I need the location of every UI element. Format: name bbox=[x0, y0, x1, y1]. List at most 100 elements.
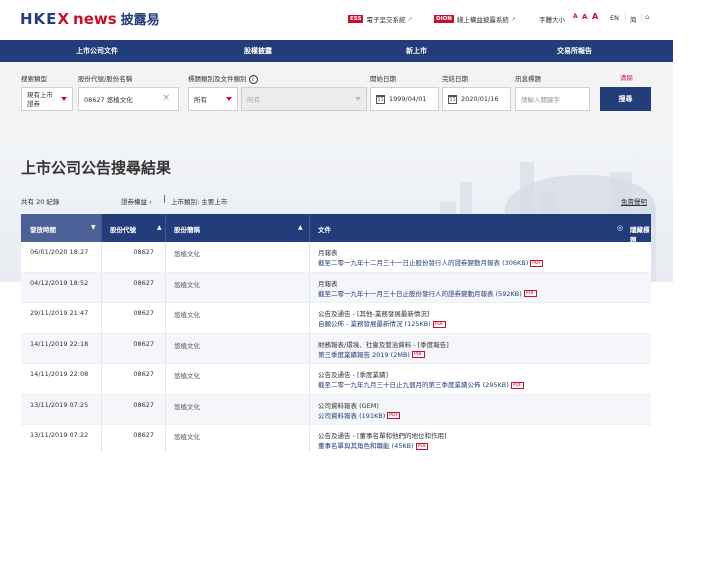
external-link-icon: ↗ bbox=[407, 15, 413, 23]
document-type: 公告及通告 - [其他-業務發展最新情況] bbox=[318, 310, 430, 318]
font-large-button[interactable]: A bbox=[592, 12, 598, 21]
cell-stock-code: 08627 bbox=[133, 339, 154, 348]
end-date-field[interactable]: 11 2020/01/16 bbox=[442, 87, 511, 111]
home-icon[interactable]: ⌂ bbox=[645, 13, 649, 21]
cell-stock-name: 悠植文化 bbox=[174, 433, 200, 441]
logo-news-text: news bbox=[73, 10, 117, 28]
divider bbox=[101, 394, 102, 424]
divider bbox=[165, 333, 166, 363]
category-select[interactable]: 所有 bbox=[188, 87, 238, 111]
pdf-icon: PDF bbox=[387, 412, 401, 419]
column-header-document: 文件 bbox=[318, 226, 331, 234]
ess-link[interactable]: ESS 電子呈交系統 ↗ bbox=[348, 14, 412, 24]
dion-link[interactable]: DION 綫上權益披露系統 ↗ bbox=[434, 14, 516, 24]
chevron-down-icon bbox=[61, 97, 67, 101]
column-header-code[interactable]: 股份代號 bbox=[110, 224, 136, 234]
cell-stock-code: 08627 bbox=[133, 400, 154, 409]
nav-item-exchange-reports[interactable]: 交易所報告 bbox=[557, 46, 592, 56]
eye-slash-icon[interactable]: ◎ bbox=[617, 224, 623, 232]
stock-input[interactable]: 08627 悠植文化 × bbox=[78, 87, 179, 111]
results-table-header: 發放時間 ▼ 股份代號 ▲ 股份簡稱 ▲ 文件 ◎ 隱藏標題 bbox=[21, 214, 651, 244]
chevron-down-icon bbox=[355, 97, 361, 101]
font-medium-button[interactable]: A bbox=[582, 13, 587, 21]
divider bbox=[101, 242, 102, 272]
cell-stock-code: 08627 bbox=[133, 431, 154, 439]
table-row: 14/11/2019 22:08 08627 悠植文化 公告及通告 - [季度業… bbox=[21, 364, 651, 395]
divider bbox=[165, 364, 166, 394]
help-icon[interactable]: i bbox=[248, 75, 258, 84]
sort-icon[interactable]: ▲ bbox=[157, 224, 162, 231]
hkex-news-logo[interactable]: HKEX news 披露易 bbox=[20, 9, 160, 28]
subcategory-select[interactable]: 所有 bbox=[241, 87, 367, 111]
table-row: 04/12/2019 18:52 08627 悠植文化 月報表 截至二零一九年十… bbox=[21, 272, 651, 303]
table-row: 06/01/2020 18:27 08627 悠植文化 月報表 截至二零一九年十… bbox=[21, 242, 651, 273]
document-type: 公告及通告 - [董事名單和他們的地位和作用] bbox=[318, 432, 447, 440]
document-title[interactable]: 董事名單與其角色和職能 (45KB) bbox=[318, 442, 414, 450]
document-link[interactable]: 截至二零一九年十二月三十一日止股份發行人的證券變動月報表 (306KB) PDF bbox=[318, 258, 544, 268]
ess-badge: ESS bbox=[348, 15, 364, 23]
search-button[interactable]: 搜尋 bbox=[600, 87, 651, 111]
breadcrumb-equity[interactable]: 證券權益 › bbox=[121, 196, 152, 206]
document-link[interactable]: 截至二零一九年九月三十日止九個月的第三季度業績公佈 (295KB) PDF bbox=[318, 380, 524, 390]
font-small-button[interactable]: A bbox=[573, 13, 578, 20]
sort-icon[interactable]: ▲ bbox=[298, 224, 303, 231]
table-row: 14/11/2019 22:18 08627 悠植文化 財務報表/環境、社會及管… bbox=[21, 333, 651, 364]
end-date-label: 完結日期 bbox=[442, 75, 468, 83]
start-date-field[interactable]: 11 1999/04/01 bbox=[370, 87, 439, 111]
lang-en-link[interactable]: EN bbox=[610, 14, 619, 22]
document-link[interactable]: 董事名單與其角色和職能 (45KB) PDF bbox=[318, 441, 447, 451]
document-type: 月報表 bbox=[318, 279, 338, 288]
document-link[interactable]: 公司資料報表 (191KB) PDF bbox=[318, 411, 401, 421]
nav-item-listed-company[interactable]: 上市公司文件 bbox=[76, 46, 118, 56]
disclaimer-link[interactable]: 免責聲明 bbox=[621, 196, 647, 206]
clear-link[interactable]: 清除 bbox=[620, 72, 633, 82]
nav-item-disclosure-of-interests[interactable]: 股權披露 bbox=[244, 46, 272, 56]
document-title[interactable]: 截至二零一九年十二月三十一日止股份發行人的證券變動月報表 (306KB) bbox=[318, 259, 528, 267]
start-date-label: 開始日期 bbox=[370, 75, 396, 83]
document-link[interactable]: 截至二零一九年十一月三十日止股份發行人的證券變動月報表 (592KB) PDF bbox=[318, 289, 537, 299]
pdf-icon: PDF bbox=[411, 351, 425, 358]
table-row: 29/11/2019 21:47 08627 悠植文化 公告及通告 - [其他-… bbox=[21, 303, 651, 334]
cell-stock-name: 悠植文化 bbox=[174, 250, 200, 258]
document-title[interactable]: 公司資料報表 (191KB) bbox=[318, 412, 385, 420]
divider bbox=[309, 242, 310, 272]
font-size-label: 字體大小 bbox=[539, 16, 565, 24]
lang-simplified-link[interactable]: 简 bbox=[630, 14, 637, 24]
divider bbox=[309, 214, 310, 242]
logo-cn-text: 披露易 bbox=[120, 13, 160, 28]
column-header-name[interactable]: 股份簡稱 bbox=[174, 224, 200, 234]
cell-release-time: 29/11/2019 21:47 bbox=[30, 309, 89, 317]
cell-document: 月報表 截至二零一九年十一月三十日止股份發行人的證券變動月報表 (592KB) P… bbox=[318, 279, 537, 299]
cell-stock-name: 悠植文化 bbox=[174, 372, 200, 380]
document-link[interactable]: 第三季度業績報告 2019 (2MB) PDF bbox=[318, 350, 449, 360]
divider bbox=[101, 333, 102, 363]
column-header-date[interactable]: 發放時間 bbox=[30, 224, 56, 234]
search-type-label: 搜索類型 bbox=[21, 75, 47, 83]
cell-document: 公司資料報表 (GEM) 公司資料報表 (191KB) PDF bbox=[318, 401, 401, 421]
dion-label: 綫上權益披露系統 bbox=[456, 16, 509, 24]
search-type-value: 證券 bbox=[27, 100, 40, 108]
nav-item-new-listings[interactable]: 新上市 bbox=[406, 46, 427, 56]
divider bbox=[165, 214, 166, 242]
document-title[interactable]: 截至二零一九年九月三十日止九個月的第三季度業績公佈 (295KB) bbox=[318, 381, 509, 389]
table-row: 13/11/2019 07:25 08627 悠植文化 公司資料報表 (GEM)… bbox=[21, 394, 651, 425]
divider: | bbox=[640, 13, 643, 21]
close-icon[interactable]: × bbox=[162, 93, 170, 103]
dion-badge: DION bbox=[434, 15, 454, 23]
top-bar: HKEX news 披露易 ESS 電子呈交系統 ↗ DION 綫上權益披露系統… bbox=[0, 0, 673, 40]
result-count: 共有 20 紀錄 bbox=[21, 198, 60, 206]
pdf-icon: PDF bbox=[530, 259, 544, 267]
document-title[interactable]: 自願公佈 - 業務發展最新情況 (125KB) bbox=[318, 320, 431, 328]
hide-titles-toggle[interactable]: 隱藏標題 bbox=[630, 224, 651, 244]
document-link[interactable]: 自願公佈 - 業務發展最新情況 (125KB) PDF bbox=[318, 319, 446, 329]
search-type-select[interactable]: 現有上市 證券 bbox=[21, 87, 73, 111]
document-title[interactable]: 截至二零一九年十一月三十日止股份發行人的證券變動月報表 (592KB) bbox=[318, 290, 522, 298]
document-type: 財務報表/環境、社會及管治資料 - [季度報告] bbox=[318, 340, 449, 349]
search-panel: 搜索類型 股份代號/股份名稱 標題類別及文件類別 i 開始日期 完結日期 訊息標題… bbox=[0, 62, 673, 136]
cell-stock-name: 悠植文化 bbox=[174, 341, 200, 350]
ess-label: 電子呈交系統 bbox=[366, 16, 406, 24]
sort-desc-icon[interactable]: ▼ bbox=[91, 224, 96, 231]
cell-stock-name: 悠植文化 bbox=[174, 402, 200, 411]
keyword-input[interactable]: 請輸入關鍵字 bbox=[515, 87, 590, 111]
document-title[interactable]: 第三季度業績報告 2019 (2MB) bbox=[318, 351, 410, 359]
